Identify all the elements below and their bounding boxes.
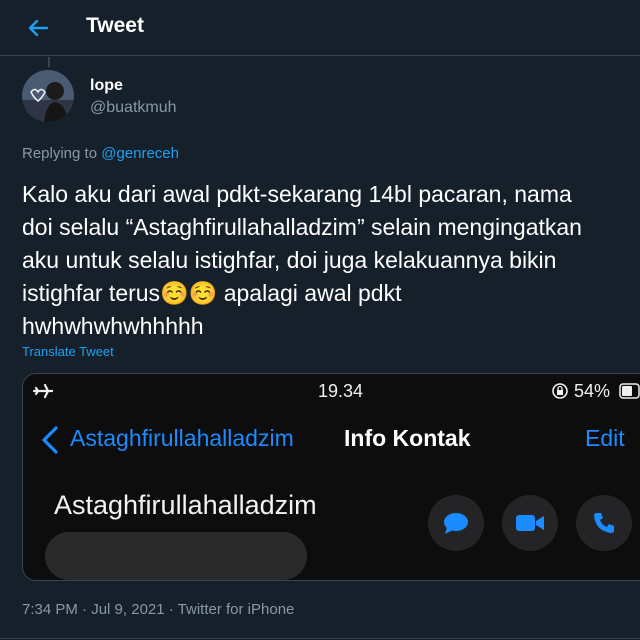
airplane-icon xyxy=(33,383,53,399)
replying-prefix: Replying to xyxy=(22,145,98,162)
meta-separator: · xyxy=(77,601,92,618)
author-handle[interactable]: @buatkmuh xyxy=(90,99,177,117)
battery-percent: 54% xyxy=(574,381,611,401)
tweet-time[interactable]: 7:34 PM xyxy=(22,601,78,618)
ios-status-bar: 19.34 54% xyxy=(23,374,640,408)
tweet-date[interactable]: Jul 9, 2021 xyxy=(91,601,164,618)
translate-tweet-link[interactable]: Translate Tweet xyxy=(22,344,114,359)
avatar-image xyxy=(22,70,74,122)
tweet-text: Kalo aku dari awal pdkt-sekarang 14bl pa… xyxy=(22,181,582,339)
ios-clock: 19.34 xyxy=(318,381,364,401)
contact-info-title: Info Kontak xyxy=(344,425,471,451)
thread-connector xyxy=(48,57,50,67)
chevron-left-icon xyxy=(42,426,58,454)
replying-to: Replying to @genreceh xyxy=(22,145,179,162)
meta-separator: · xyxy=(164,601,178,618)
arrow-left-icon xyxy=(28,19,49,37)
avatar[interactable] xyxy=(22,70,74,122)
page-title: Tweet xyxy=(86,14,144,37)
contact-back-link: Astaghfirullahalladzim xyxy=(70,425,294,451)
rotation-lock-icon xyxy=(552,383,568,399)
back-button[interactable] xyxy=(22,12,54,44)
mention-link[interactable]: @genreceh xyxy=(101,145,179,162)
contact-nav-bar: Astaghfirullahalladzim Info Kontak Edit xyxy=(23,422,640,456)
redacted-field xyxy=(45,532,307,580)
message-icon xyxy=(444,513,468,534)
tweet-media[interactable]: 19.34 54% Astaghfirullahalladzim Info Ko… xyxy=(22,373,640,581)
author-name[interactable]: lope xyxy=(90,77,123,95)
phone-icon xyxy=(594,513,614,533)
tweet-meta: 7:34 PM · Jul 9, 2021 · Twitter for iPho… xyxy=(22,601,294,618)
message-action xyxy=(428,495,484,551)
battery-icon xyxy=(619,383,640,399)
video-action xyxy=(502,495,558,551)
top-bar: Tweet xyxy=(0,0,640,56)
phone-action xyxy=(576,495,632,551)
divider xyxy=(0,638,640,639)
video-icon xyxy=(516,515,544,531)
contact-edit-link: Edit xyxy=(585,425,625,451)
tweet-source: Twitter for iPhone xyxy=(177,601,295,618)
contact-name: Astaghfirullahalladzim xyxy=(54,490,317,520)
